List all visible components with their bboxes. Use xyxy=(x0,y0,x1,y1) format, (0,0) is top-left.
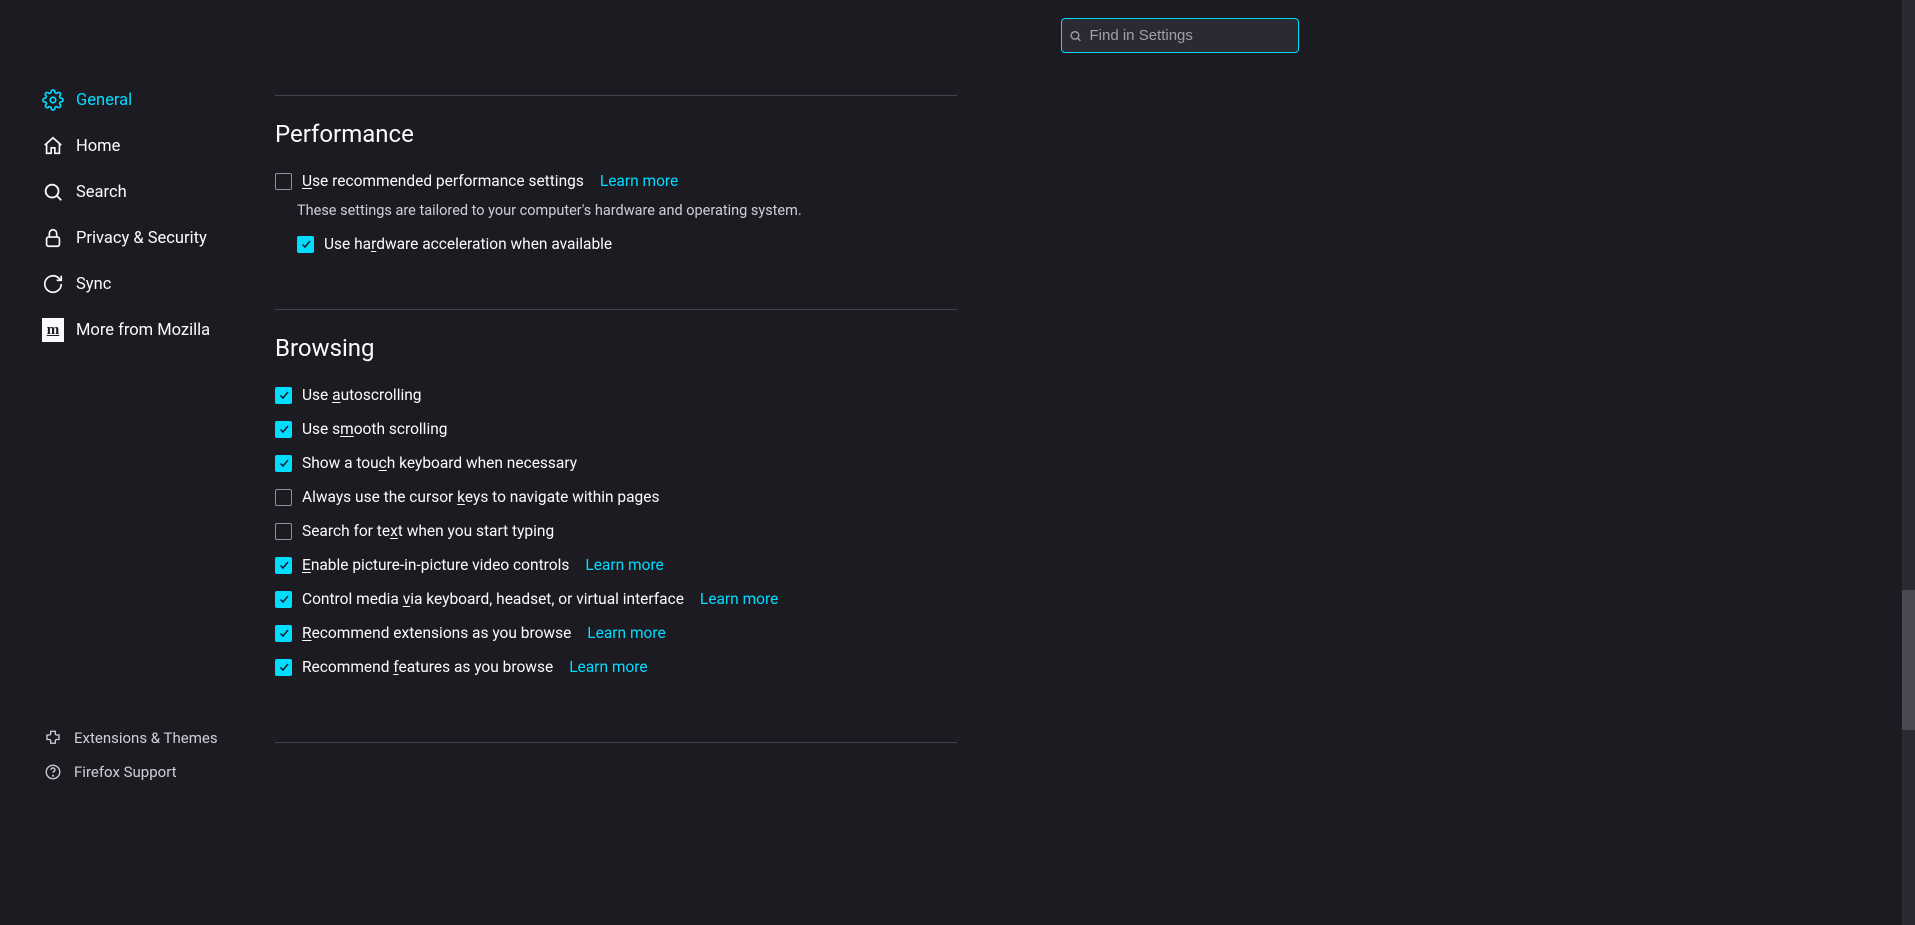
section-title-browsing: Browsing xyxy=(275,334,957,362)
checkbox-hardware-acceleration[interactable] xyxy=(297,236,314,253)
row-control-media: Control media via keyboard, headset, or … xyxy=(275,590,957,608)
mozilla-icon: m xyxy=(42,319,64,341)
sidebar-item-label: Home xyxy=(76,137,120,156)
sidebar-item-label: Privacy & Security xyxy=(76,229,207,248)
sync-icon xyxy=(42,273,64,295)
scrollbar-thumb[interactable] xyxy=(1902,590,1915,730)
label-picture-in-picture[interactable]: Enable picture-in-picture video controls xyxy=(302,556,569,574)
sidebar-item-general[interactable]: General xyxy=(0,77,255,123)
search-input[interactable] xyxy=(1061,18,1299,53)
label-autoscrolling[interactable]: Use autoscrolling xyxy=(302,386,422,404)
row-recommended-performance: Use recommended performance settings Lea… xyxy=(275,172,957,190)
row-touch-keyboard: Show a touch keyboard when necessary xyxy=(275,454,957,472)
sidebar: General Home Search xyxy=(0,53,255,807)
label-hardware-acceleration[interactable]: Use hardware acceleration when available xyxy=(324,235,612,253)
sidebar-item-search[interactable]: Search xyxy=(0,169,255,215)
checkbox-smooth-scrolling[interactable] xyxy=(275,421,292,438)
row-hardware-acceleration: Use hardware acceleration when available xyxy=(297,235,957,253)
sidebar-firefox-support[interactable]: Firefox Support xyxy=(0,755,255,789)
row-smooth-scrolling: Use smooth scrolling xyxy=(275,420,957,438)
checkbox-search-text[interactable] xyxy=(275,523,292,540)
sidebar-item-home[interactable]: Home xyxy=(0,123,255,169)
sidebar-sub-label: Firefox Support xyxy=(74,763,177,781)
checkbox-recommended-performance[interactable] xyxy=(275,173,292,190)
sidebar-item-sync[interactable]: Sync xyxy=(0,261,255,307)
sidebar-item-label: General xyxy=(76,91,132,110)
label-recommended-performance[interactable]: Use recommended performance settings xyxy=(302,172,584,190)
puzzle-icon xyxy=(44,729,62,747)
learn-more-link[interactable]: Learn more xyxy=(569,658,647,676)
row-recommend-extensions: Recommend extensions as you browse Learn… xyxy=(275,624,957,642)
label-smooth-scrolling[interactable]: Use smooth scrolling xyxy=(302,420,447,438)
checkbox-recommend-extensions[interactable] xyxy=(275,625,292,642)
row-picture-in-picture: Enable picture-in-picture video controls… xyxy=(275,556,957,574)
learn-more-link[interactable]: Learn more xyxy=(587,624,665,642)
magnifier-icon xyxy=(42,181,64,203)
learn-more-link[interactable]: Learn more xyxy=(700,590,778,608)
gear-icon xyxy=(42,89,64,111)
row-autoscrolling: Use autoscrolling xyxy=(275,386,957,404)
sidebar-extensions-themes[interactable]: Extensions & Themes xyxy=(0,721,255,755)
checkbox-cursor-keys[interactable] xyxy=(275,489,292,506)
performance-hint: These settings are tailored to your comp… xyxy=(297,202,957,219)
label-control-media[interactable]: Control media via keyboard, headset, or … xyxy=(302,590,684,608)
learn-more-link[interactable]: Learn more xyxy=(585,556,663,574)
sidebar-item-label: Sync xyxy=(76,275,111,294)
checkbox-control-media[interactable] xyxy=(275,591,292,608)
checkbox-autoscrolling[interactable] xyxy=(275,387,292,404)
search-icon xyxy=(1069,29,1082,42)
label-touch-keyboard[interactable]: Show a touch keyboard when necessary xyxy=(302,454,577,472)
lock-icon xyxy=(42,227,64,249)
section-title-performance: Performance xyxy=(275,120,957,148)
sidebar-item-more-mozilla[interactable]: m More from Mozilla xyxy=(0,307,255,353)
section-divider xyxy=(275,309,957,310)
row-search-text: Search for text when you start typing xyxy=(275,522,957,540)
checkbox-touch-keyboard[interactable] xyxy=(275,455,292,472)
help-icon xyxy=(44,763,62,781)
section-divider xyxy=(275,742,957,743)
checkbox-picture-in-picture[interactable] xyxy=(275,557,292,574)
home-icon xyxy=(42,135,64,157)
checkbox-recommend-features[interactable] xyxy=(275,659,292,676)
section-divider xyxy=(275,95,957,96)
label-search-text[interactable]: Search for text when you start typing xyxy=(302,522,554,540)
scrollbar[interactable] xyxy=(1902,0,1915,925)
label-cursor-keys[interactable]: Always use the cursor keys to navigate w… xyxy=(302,488,659,506)
row-recommend-features: Recommend features as you browse Learn m… xyxy=(275,658,957,676)
label-recommend-features[interactable]: Recommend features as you browse xyxy=(302,658,553,676)
learn-more-link[interactable]: Learn more xyxy=(600,172,678,190)
sidebar-sub-label: Extensions & Themes xyxy=(74,729,218,747)
sidebar-item-label: More from Mozilla xyxy=(76,321,210,340)
sidebar-item-privacy[interactable]: Privacy & Security xyxy=(0,215,255,261)
sidebar-item-label: Search xyxy=(76,183,127,202)
row-cursor-keys: Always use the cursor keys to navigate w… xyxy=(275,488,957,506)
content-area: Performance Use recommended performance … xyxy=(255,53,1915,807)
label-recommend-extensions[interactable]: Recommend extensions as you browse xyxy=(302,624,571,642)
